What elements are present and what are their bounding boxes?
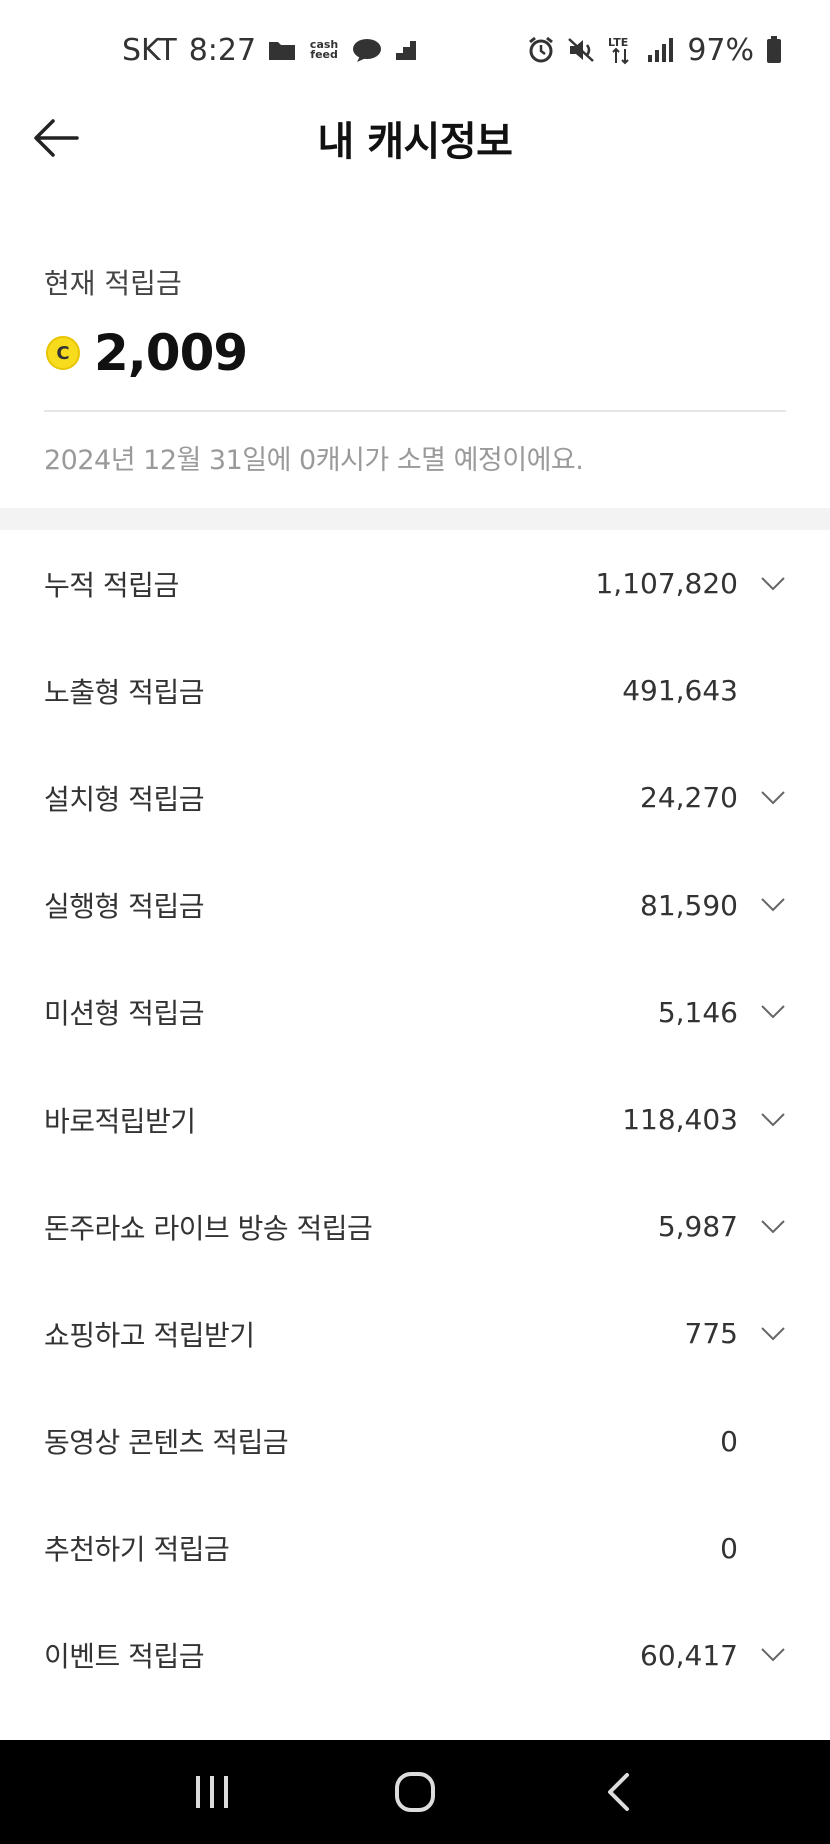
item-value: 491,643: [622, 674, 738, 708]
item-value: 0: [720, 1531, 738, 1565]
nav-back-button[interactable]: [578, 1752, 658, 1832]
item-label: 노출형 적립금: [44, 675, 204, 709]
clock: 8:27: [188, 32, 257, 68]
carrier: SKT: [122, 32, 177, 68]
folder-icon: [268, 35, 296, 65]
battery-percent: 97%: [687, 32, 754, 68]
chevron-down-icon: [738, 1212, 786, 1242]
item-value: 5,146: [657, 995, 738, 1029]
list-item-install[interactable]: 설치형 적립금 24,270: [0, 744, 830, 851]
back-button[interactable]: [28, 110, 84, 166]
chevron-down-icon: [738, 997, 786, 1027]
screen: SKT 8:27 cash feed LTE 97% 내 캐시정보 현재 적립금…: [0, 0, 830, 1844]
cashfeed-icon: cash feed: [309, 38, 339, 61]
list-item-video: 동영상 콘텐츠 적립금 0: [0, 1388, 830, 1495]
item-value: 775: [684, 1317, 738, 1351]
chevron-placeholder: [738, 676, 786, 706]
stairs-icon: [394, 35, 418, 65]
item-label: 돈주라쇼 라이브 방송 적립금: [44, 1211, 373, 1245]
status-bar: SKT 8:27 cash feed LTE 97%: [0, 0, 830, 100]
recent-apps-icon: [195, 1776, 228, 1808]
item-label: 누적 적립금: [44, 568, 179, 602]
status-right: LTE 97%: [527, 33, 782, 68]
balance-amount: 2,009: [94, 324, 248, 382]
list-item-event[interactable]: 이벤트 적립금 60,417: [0, 1602, 830, 1709]
item-label: 이벤트 적립금: [44, 1640, 204, 1674]
app-header: 내 캐시정보: [0, 100, 830, 175]
item-label: 동영상 콘텐츠 적립금: [44, 1426, 289, 1460]
chevron-down-icon: [738, 783, 786, 813]
svg-text:LTE: LTE: [608, 36, 628, 49]
list-item-exposure: 노출형 적립금 491,643: [0, 637, 830, 744]
cash-breakdown-list: 누적 적립금 1,107,820 노출형 적립금 491,643 설치형 적립금…: [0, 530, 830, 1709]
list-item-instant[interactable]: 바로적립받기 118,403: [0, 1066, 830, 1173]
item-label: 설치형 적립금: [44, 782, 204, 816]
list-item-execute[interactable]: 실행형 적립금 81,590: [0, 852, 830, 959]
balance-section: 현재 적립금 C 2,009: [44, 262, 786, 382]
item-value: 0: [720, 1424, 738, 1458]
system-nav-bar: [0, 1740, 830, 1844]
chevron-down-icon: [738, 569, 786, 599]
item-label: 쇼핑하고 적립받기: [44, 1318, 255, 1352]
coin-icon: C: [46, 336, 80, 370]
section-gap: [0, 508, 830, 530]
list-item-accumulated[interactable]: 누적 적립금 1,107,820: [0, 530, 830, 637]
home-button[interactable]: [375, 1752, 455, 1832]
chevron-down-icon: [738, 1640, 786, 1670]
list-item-live-show[interactable]: 돈주라쇼 라이브 방송 적립금 5,987: [0, 1173, 830, 1280]
chevron-placeholder: [738, 1533, 786, 1563]
chat-bubble-icon: [352, 35, 382, 65]
item-value: 24,270: [640, 781, 738, 815]
balance-label: 현재 적립금: [44, 267, 182, 300]
item-value: 118,403: [622, 1103, 738, 1137]
chevron-down-icon: [738, 1319, 786, 1349]
mute-icon: [567, 35, 595, 65]
item-label: 추천하기 적립금: [44, 1533, 230, 1567]
list-item-mission[interactable]: 미션형 적립금 5,146: [0, 959, 830, 1066]
chevron-placeholder: [738, 1426, 786, 1456]
item-label: 바로적립받기: [44, 1104, 196, 1138]
list-item-shopping[interactable]: 쇼핑하고 적립받기 775: [0, 1280, 830, 1387]
page-title: 내 캐시정보: [317, 118, 513, 165]
recent-apps-button[interactable]: [172, 1752, 252, 1832]
signal-icon: [647, 35, 675, 65]
chevron-down-icon: [738, 1105, 786, 1135]
list-item-referral: 추천하기 적립금 0: [0, 1495, 830, 1602]
balance-row: C 2,009: [44, 324, 786, 382]
divider: [44, 410, 786, 412]
chevron-down-icon: [738, 890, 786, 920]
alarm-icon: [527, 35, 555, 65]
expire-notice: 2024년 12월 31일에 0캐시가 소멸 예정이에요.: [44, 445, 584, 476]
status-left: SKT 8:27 cash feed: [122, 33, 418, 68]
back-icon: [608, 1773, 630, 1811]
battery-icon: [766, 35, 782, 65]
home-icon: [394, 1772, 435, 1812]
arrow-left-icon: [34, 118, 79, 157]
item-label: 미션형 적립금: [44, 997, 204, 1031]
lte-icon: LTE: [607, 35, 635, 65]
item-value: 81,590: [640, 888, 738, 922]
item-label: 실행형 적립금: [44, 890, 204, 924]
item-value: 60,417: [640, 1638, 738, 1672]
item-value: 5,987: [657, 1210, 738, 1244]
item-value: 1,107,820: [595, 567, 738, 601]
